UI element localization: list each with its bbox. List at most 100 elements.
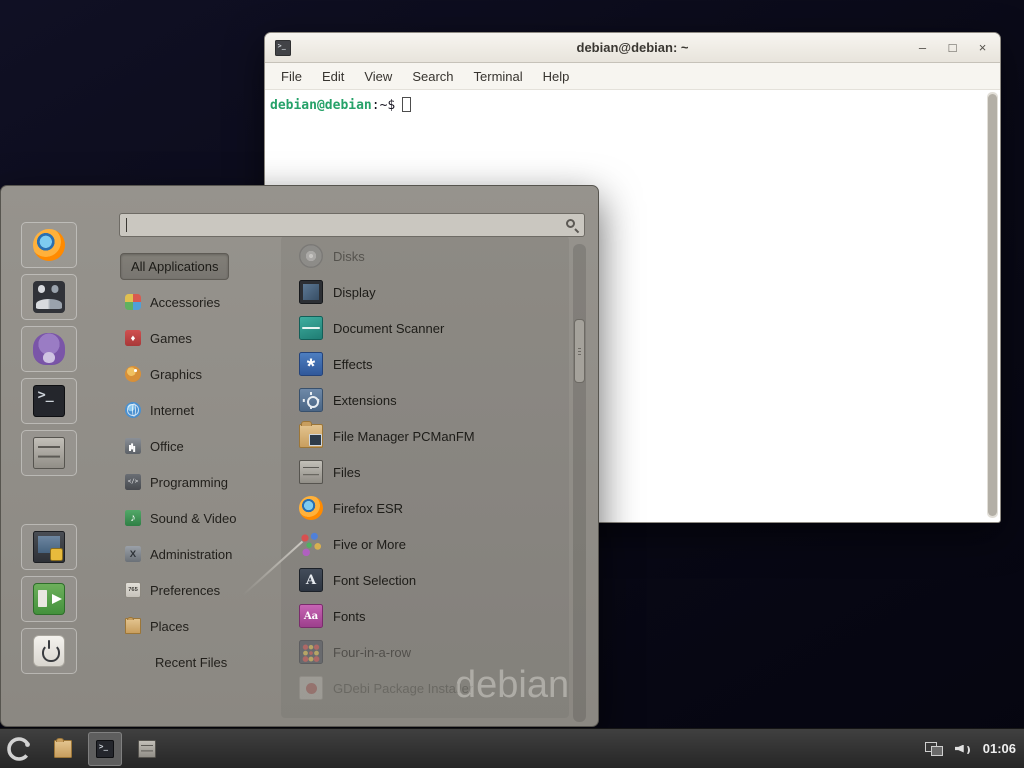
terminal-cursor bbox=[402, 97, 411, 112]
lock-screen-button[interactable] bbox=[21, 524, 77, 570]
category-sound-video[interactable]: Sound & Video bbox=[120, 500, 278, 536]
panel-left bbox=[0, 729, 164, 768]
category-places[interactable]: Places bbox=[120, 608, 278, 644]
launcher-file-manager[interactable] bbox=[46, 732, 80, 766]
document-scanner-icon bbox=[299, 316, 323, 340]
category-list: All Applications Accessories Games Graph… bbox=[120, 248, 278, 680]
files-icon bbox=[33, 437, 65, 469]
category-recent-files[interactable]: Recent Files bbox=[120, 644, 278, 680]
files-icon bbox=[299, 460, 323, 484]
menu-view[interactable]: View bbox=[354, 65, 402, 88]
games-icon bbox=[125, 330, 141, 346]
category-internet[interactable]: Internet bbox=[120, 392, 278, 428]
users-icon bbox=[33, 281, 65, 313]
app-effects[interactable]: Effects bbox=[295, 346, 567, 382]
logout-button[interactable] bbox=[21, 576, 77, 622]
selected-category-button: All Applications bbox=[120, 253, 229, 280]
app-five-or-more[interactable]: Five or More bbox=[295, 526, 567, 562]
app-fonts[interactable]: Fonts bbox=[295, 598, 567, 634]
app-four-in-a-row[interactable]: Four-in-a-row bbox=[295, 634, 567, 670]
firefox-icon bbox=[33, 229, 65, 261]
taskbar-terminal[interactable] bbox=[88, 732, 122, 766]
terminal-window-title: debian@debian: ~ bbox=[265, 40, 1000, 55]
menu-button[interactable] bbox=[0, 729, 38, 768]
favorite-pidgin[interactable] bbox=[21, 326, 77, 372]
app-display[interactable]: Display bbox=[295, 274, 567, 310]
category-administration[interactable]: Administration bbox=[120, 536, 278, 572]
app-firefox-esr[interactable]: Firefox ESR bbox=[295, 490, 567, 526]
menu-file[interactable]: File bbox=[271, 65, 312, 88]
favorite-firefox[interactable] bbox=[21, 222, 77, 268]
menu-scrollbar-thumb[interactable] bbox=[574, 319, 585, 383]
app-disks[interactable]: Disks bbox=[295, 238, 567, 274]
pidgin-icon bbox=[33, 333, 65, 365]
favorite-terminal[interactable] bbox=[21, 378, 77, 424]
sound-video-icon bbox=[125, 510, 141, 526]
five-or-more-icon bbox=[299, 532, 323, 556]
search-caret bbox=[126, 218, 127, 232]
desktop: debian@debian: ~ – □ × File Edit View Se… bbox=[0, 0, 1024, 768]
category-office[interactable]: Office bbox=[120, 428, 278, 464]
favorite-files[interactable] bbox=[21, 430, 77, 476]
cinnamon-logo-icon bbox=[6, 736, 32, 762]
category-graphics[interactable]: Graphics bbox=[120, 356, 278, 392]
category-programming[interactable]: Programming bbox=[120, 464, 278, 500]
prompt-user-host: debian@debian bbox=[270, 98, 372, 113]
fonts-icon bbox=[299, 604, 323, 628]
volume-icon[interactable] bbox=[955, 742, 971, 756]
search-box[interactable] bbox=[119, 213, 585, 237]
app-gdebi[interactable]: GDebi Package Installer bbox=[295, 670, 567, 706]
network-icon[interactable] bbox=[925, 742, 943, 756]
menu-terminal[interactable]: Terminal bbox=[464, 65, 533, 88]
window-controls: – □ × bbox=[915, 33, 990, 62]
file-manager-icon bbox=[299, 424, 323, 448]
category-preferences[interactable]: Preferences bbox=[120, 572, 278, 608]
app-font-selection[interactable]: Font Selection bbox=[295, 562, 567, 598]
application-menu: All Applications Accessories Games Graph… bbox=[0, 185, 599, 727]
application-list: Disks Display Document Scanner Effects E… bbox=[295, 238, 567, 706]
extensions-icon bbox=[299, 388, 323, 412]
menu-help[interactable]: Help bbox=[533, 65, 580, 88]
logout-icon bbox=[33, 583, 65, 615]
app-file-manager[interactable]: File Manager PCManFM bbox=[295, 418, 567, 454]
app-files[interactable]: Files bbox=[295, 454, 567, 490]
launcher-files[interactable] bbox=[130, 732, 164, 766]
administration-icon bbox=[125, 546, 141, 562]
lock-screen-icon bbox=[33, 531, 65, 563]
terminal-scrollbar-thumb[interactable] bbox=[988, 94, 997, 516]
places-folder-icon bbox=[125, 618, 141, 634]
terminal-scrollbar[interactable] bbox=[987, 92, 998, 518]
terminal-icon bbox=[96, 740, 114, 758]
graphics-icon bbox=[125, 366, 141, 382]
internet-icon bbox=[125, 402, 141, 418]
gdebi-icon bbox=[299, 676, 323, 700]
four-in-a-row-icon bbox=[299, 640, 323, 664]
terminal-menubar: File Edit View Search Terminal Help bbox=[265, 63, 1000, 90]
search-icon bbox=[566, 219, 575, 228]
shutdown-button[interactable] bbox=[21, 628, 77, 674]
search-input[interactable] bbox=[120, 214, 584, 236]
menu-scrollbar[interactable] bbox=[573, 244, 586, 722]
maximize-button[interactable]: □ bbox=[945, 41, 960, 54]
menu-edit[interactable]: Edit bbox=[312, 65, 354, 88]
close-button[interactable]: × bbox=[975, 41, 990, 54]
disks-icon bbox=[299, 244, 323, 268]
shutdown-icon bbox=[33, 635, 65, 667]
app-document-scanner[interactable]: Document Scanner bbox=[295, 310, 567, 346]
category-all-applications[interactable]: All Applications bbox=[120, 248, 278, 284]
folder-icon bbox=[54, 740, 72, 758]
minimize-button[interactable]: – bbox=[915, 41, 930, 54]
favorite-users[interactable] bbox=[21, 274, 77, 320]
bottom-panel: 01:06 bbox=[0, 728, 1024, 768]
firefox-icon bbox=[299, 496, 323, 520]
prompt-path: :~$ bbox=[372, 98, 395, 113]
category-games[interactable]: Games bbox=[120, 320, 278, 356]
accessories-icon bbox=[125, 294, 141, 310]
clock[interactable]: 01:06 bbox=[983, 741, 1016, 756]
effects-icon bbox=[299, 352, 323, 376]
menu-search[interactable]: Search bbox=[402, 65, 463, 88]
app-extensions[interactable]: Extensions bbox=[295, 382, 567, 418]
terminal-titlebar[interactable]: debian@debian: ~ – □ × bbox=[265, 33, 1000, 63]
terminal-icon bbox=[33, 385, 65, 417]
category-accessories[interactable]: Accessories bbox=[120, 284, 278, 320]
